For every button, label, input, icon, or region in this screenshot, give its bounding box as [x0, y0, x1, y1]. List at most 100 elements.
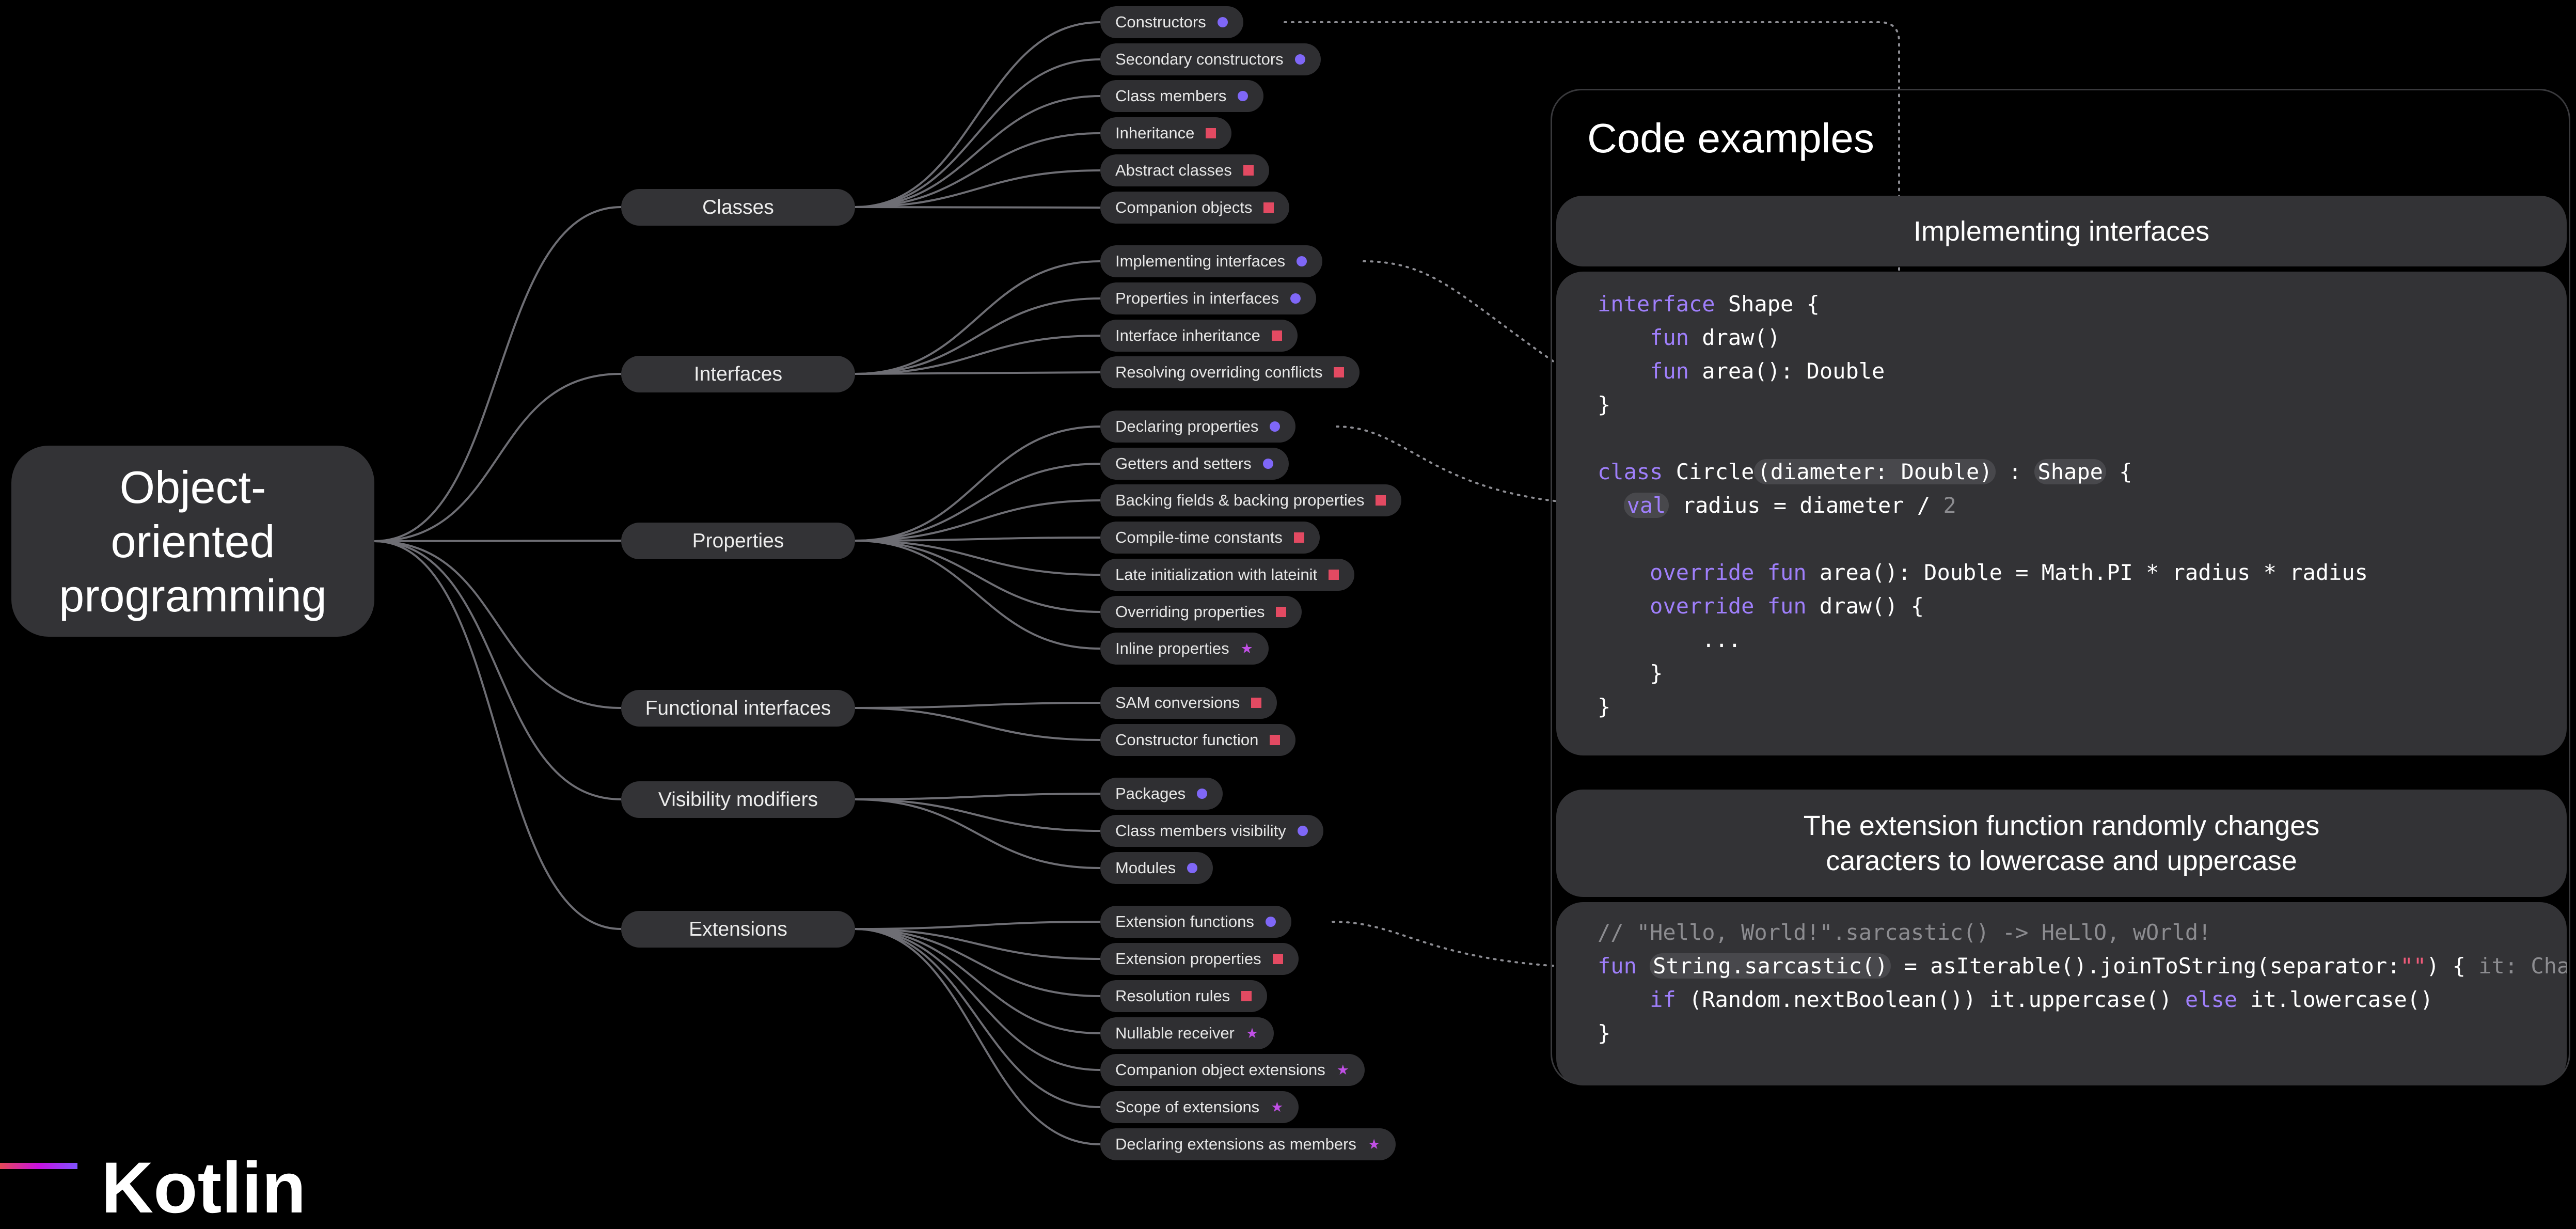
- topic-label: Backing fields & backing properties: [1115, 491, 1365, 509]
- code-token: }: [1598, 660, 1663, 686]
- square-marker-icon: [1270, 735, 1281, 745]
- square-marker-icon: [1272, 954, 1283, 964]
- circle-marker-icon: [1238, 91, 1249, 101]
- topic-label: Resolving overriding conflicts: [1115, 363, 1323, 381]
- code-token: ...: [1598, 627, 1742, 652]
- code-token: :: [1995, 459, 2035, 484]
- topic-label: Modules: [1115, 859, 1176, 877]
- topic-inline-properties: Inline properties ★: [1100, 633, 1269, 665]
- circle-marker-icon: [1297, 256, 1307, 266]
- code-token: else: [2185, 987, 2238, 1012]
- code-token: interface: [1598, 291, 1715, 317]
- code-token: ) {: [2426, 953, 2479, 979]
- code-token: fun: [1598, 953, 1637, 979]
- star-marker-icon: ★: [1367, 1137, 1381, 1152]
- code-token: fun: [1650, 325, 1689, 350]
- code-token: radius = diameter /: [1669, 493, 1943, 518]
- code-token: it: Char: [2478, 953, 2567, 979]
- code-token: = asIterable().joinToString(separator:: [1891, 953, 2400, 979]
- topic-overriding-properties: Overriding properties: [1100, 596, 1302, 628]
- topic-late-initialization-with-lateinit: Late initialization with lateinit: [1100, 559, 1355, 591]
- connector-line: [374, 540, 622, 930]
- topic-label: Constructor function: [1115, 731, 1259, 749]
- topic-label: Declaring properties: [1115, 417, 1259, 435]
- topic-label: Interface inheritance: [1115, 326, 1260, 344]
- topic-interface-inheritance: Interface inheritance: [1100, 320, 1298, 352]
- topic-label: Abstract classes: [1115, 161, 1232, 179]
- code-line: fun draw(): [1598, 321, 2368, 354]
- square-marker-icon: [1241, 991, 1252, 1001]
- topic-label: Extension properties: [1115, 950, 1261, 968]
- connector-line: [374, 540, 622, 709]
- square-marker-icon: [1376, 495, 1386, 506]
- square-marker-icon: [1206, 128, 1216, 138]
- connector-line: [855, 260, 1101, 375]
- code-token: if: [1650, 987, 1676, 1012]
- category-interfaces: Interfaces: [621, 356, 855, 392]
- connector-line: [374, 373, 622, 542]
- topic-label: Late initialization with lateinit: [1115, 565, 1318, 584]
- topic-scope-of-extensions: Scope of extensions ★: [1100, 1091, 1299, 1123]
- connector-line: [374, 540, 622, 800]
- code-line: class Circle (diameter: Double) : Shape {: [1598, 455, 2368, 489]
- topic-extension-properties: Extension properties: [1100, 943, 1299, 975]
- star-marker-icon: ★: [1240, 641, 1253, 656]
- square-marker-icon: [1271, 330, 1282, 341]
- code-token: 2: [1943, 493, 1956, 518]
- star-marker-icon: ★: [1271, 1099, 1284, 1115]
- topic-label: Nullable receiver: [1115, 1024, 1235, 1042]
- topic-label: Companion objects: [1115, 198, 1253, 216]
- topic-label: Implementing interfaces: [1115, 252, 1286, 270]
- topic-extension-functions: Extension functions: [1100, 906, 1291, 938]
- connector-line: [855, 499, 1101, 542]
- square-marker-icon: [1334, 367, 1345, 377]
- code-token: fun: [1767, 560, 1807, 585]
- code-line: override fun draw() {: [1598, 589, 2368, 623]
- topic-nullable-receiver: Nullable receiver ★: [1100, 1017, 1274, 1049]
- code-line: }: [1598, 1016, 2567, 1050]
- connector-line: [855, 707, 1101, 741]
- topic-abstract-classes: Abstract classes: [1100, 154, 1269, 186]
- category-properties: Properties: [621, 523, 855, 559]
- topic-modules: Modules: [1100, 852, 1213, 884]
- topic-label: Properties in interfaces: [1115, 289, 1279, 307]
- star-marker-icon: ★: [1336, 1062, 1349, 1078]
- code-token: "": [2400, 953, 2427, 979]
- code-token: val: [1623, 493, 1669, 518]
- code-token: area(): Double = Math.PI * radius * radi…: [1806, 560, 2368, 585]
- connector-line: [855, 206, 1101, 209]
- topic-label: Constructors: [1115, 13, 1206, 31]
- example-heading-extension-function: The extension function randomly changes …: [1556, 790, 2567, 897]
- topic-secondary-constructors: Secondary constructors: [1100, 43, 1321, 75]
- connector-line: [855, 702, 1101, 709]
- topic-constructors: Constructors: [1100, 6, 1243, 38]
- topic-backing-fields-backing-properties: Backing fields & backing properties: [1100, 484, 1402, 516]
- topic-label: Extension functions: [1115, 912, 1254, 931]
- code-token: draw(): [1689, 325, 1781, 350]
- code-token: override: [1650, 560, 1755, 585]
- circle-marker-icon: [1187, 863, 1198, 873]
- square-marker-icon: [1263, 202, 1274, 213]
- topic-declaring-properties: Declaring properties: [1100, 411, 1296, 443]
- connector-line: [855, 540, 1101, 613]
- code-token: (Random.nextBoolean()) it.uppercase(): [1676, 987, 2185, 1012]
- topic-properties-in-interfaces: Properties in interfaces: [1100, 282, 1317, 314]
- connector-line: [855, 426, 1101, 542]
- code-line: }: [1598, 388, 2368, 421]
- circle-marker-icon: [1197, 789, 1208, 799]
- topic-class-members: Class members: [1100, 80, 1264, 112]
- kotlin-logo-text: Kotlin: [101, 1147, 306, 1228]
- connector-line: [855, 928, 1101, 1145]
- connector-line: [855, 928, 1101, 1071]
- code-token: it.lowercase(): [2237, 987, 2433, 1012]
- code-line: interface Shape {: [1598, 287, 2368, 321]
- code-token: fun: [1650, 358, 1689, 384]
- connector-line: [855, 928, 1101, 997]
- connector-line: [374, 206, 622, 542]
